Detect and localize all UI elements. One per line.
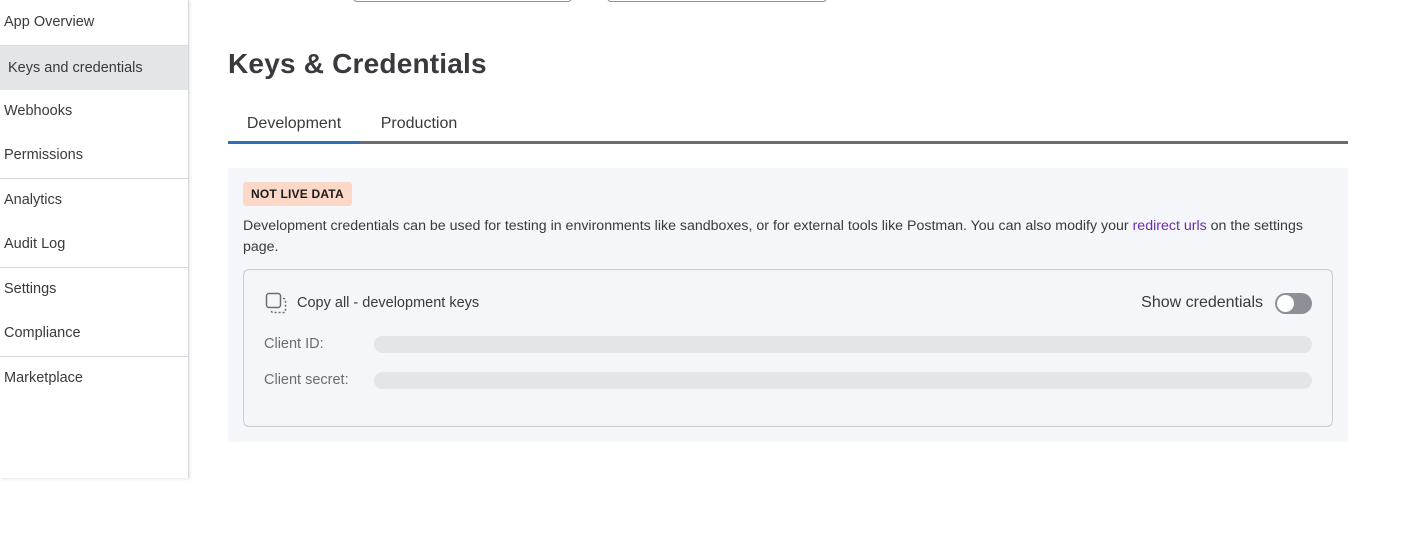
show-credentials-toggle[interactable]	[1275, 292, 1312, 314]
sidebar-item-settings[interactable]: Settings	[0, 267, 188, 311]
sidebar-item-label: Analytics	[4, 192, 63, 208]
top-action-button[interactable]	[607, 0, 827, 2]
client-secret-label: Client secret:	[264, 372, 349, 388]
not-live-data-badge: NOT LIVE DATA	[243, 182, 352, 206]
show-credentials-label: Show credentials	[1141, 294, 1263, 311]
page-title: Keys & Credentials	[228, 48, 487, 79]
tab-development[interactable]: Development	[228, 104, 360, 144]
client-id-value-masked	[374, 336, 1312, 353]
sidebar-item-compliance[interactable]: Compliance	[0, 311, 188, 355]
tab-production[interactable]: Production	[366, 104, 472, 144]
copy-all-label: Copy all - development keys	[297, 295, 480, 311]
toggle-knob	[1277, 294, 1294, 312]
sidebar-item-audit-log[interactable]: Audit Log	[0, 222, 188, 266]
sidebar: App Overview Keys and credentials Webhoo…	[0, 0, 189, 478]
credentials-panel: NOT LIVE DATA Development credentials ca…	[228, 168, 1348, 442]
keys-card: Copy all - development keys Show credent…	[243, 269, 1333, 427]
client-id-label: Client ID:	[264, 336, 324, 352]
sidebar-item-label: Webhooks	[4, 103, 73, 119]
sidebar-item-label: App Overview	[4, 14, 95, 30]
description-text: Development credentials can be used for …	[243, 218, 1133, 234]
tab-label: Production	[380, 115, 458, 132]
sidebar-item-label: Settings	[4, 281, 57, 297]
sidebar-item-permissions[interactable]: Permissions	[0, 133, 188, 177]
sidebar-item-webhooks[interactable]: Webhooks	[0, 89, 188, 133]
client-secret-value-masked	[374, 372, 1312, 389]
sidebar-item-label: Permissions	[4, 147, 83, 163]
show-credentials-control: Show credentials	[1141, 291, 1312, 315]
sidebar-item-label: Compliance	[4, 325, 81, 341]
copy-icon	[265, 292, 287, 314]
sidebar-item-marketplace[interactable]: Marketplace	[0, 356, 188, 400]
copy-all-button[interactable]: Copy all - development keys	[265, 292, 479, 314]
sidebar-item-label: Marketplace	[4, 370, 83, 386]
sidebar-item-keys-and-credentials[interactable]: Keys and credentials	[0, 46, 188, 90]
tab-label: Development	[246, 115, 342, 132]
sidebar-item-analytics[interactable]: Analytics	[0, 178, 188, 222]
sidebar-item-label: Audit Log	[4, 236, 66, 252]
environment-tabs: Development Production	[228, 104, 1348, 144]
top-action-button[interactable]	[353, 0, 572, 2]
redirect-urls-link[interactable]: redirect urls	[1133, 218, 1207, 234]
panel-description: Development credentials can be used for …	[243, 216, 1338, 258]
sidebar-item-label: Keys and credentials	[8, 60, 143, 76]
sidebar-item-app-overview[interactable]: App Overview	[0, 0, 188, 44]
